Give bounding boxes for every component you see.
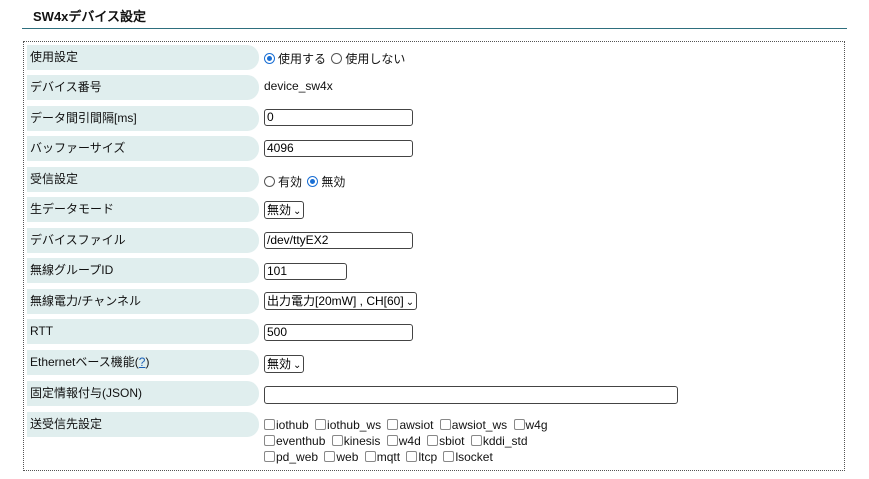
- use-yes-label[interactable]: 使用する: [278, 52, 326, 66]
- chevron-down-icon: ⌄: [293, 360, 302, 371]
- label-device-file: デバイスファイル: [27, 228, 259, 253]
- use-no-label[interactable]: 使用しない: [345, 52, 405, 66]
- checkbox-lsocket[interactable]: [443, 451, 455, 462]
- checkbox-iothub[interactable]: [264, 419, 275, 430]
- label-awsiot-ws[interactable]: awsiot_ws: [452, 418, 507, 432]
- label-w4g[interactable]: w4g: [526, 418, 548, 432]
- label-web[interactable]: web: [336, 450, 358, 464]
- label-receive: 受信設定: [27, 167, 259, 192]
- label-iothub-ws[interactable]: iothub_ws: [327, 418, 381, 432]
- label-buffer: バッファーサイズ: [27, 136, 259, 161]
- receive-on-radio[interactable]: [264, 176, 275, 187]
- receive-off-radio[interactable]: [307, 176, 319, 187]
- buffer-input[interactable]: 4096: [264, 140, 413, 157]
- label-sbiot[interactable]: sbiot: [439, 434, 464, 448]
- chevron-down-icon: ⌄: [405, 297, 415, 308]
- use-yes-radio[interactable]: [264, 53, 275, 64]
- checkbox-web[interactable]: [324, 451, 336, 462]
- device-no-value: device_sw4x: [264, 79, 333, 93]
- destinations-line-1: iothub iothub_ws awsiot awsiot_ws w4g: [264, 418, 551, 432]
- checkbox-iothub-ws[interactable]: [315, 419, 327, 430]
- label-power: 無線電力/チャンネル: [27, 289, 259, 314]
- receive-radio-group: 有効 無効: [264, 173, 345, 190]
- label-iothub[interactable]: iothub: [276, 418, 309, 432]
- label-use: 使用設定: [27, 45, 259, 70]
- receive-off-label[interactable]: 無効: [321, 175, 345, 189]
- page-title: SW4xデバイス設定: [33, 9, 147, 24]
- checkbox-mqtt[interactable]: [364, 451, 376, 462]
- label-destinations: 送受信先設定: [27, 412, 259, 437]
- chevron-down-icon: ⌄: [293, 206, 302, 217]
- power-value: 出力電力[20mW] , CH[60]: [267, 294, 404, 308]
- label-rtt: RTT: [27, 319, 259, 344]
- checkbox-pd-web[interactable]: [264, 451, 275, 462]
- ethernet-label-prefix: Ethernetベース機能(: [30, 355, 139, 369]
- title-divider: [22, 28, 847, 29]
- destinations-line-2: eventhub kinesis w4d sbiot kddi_std: [264, 434, 531, 448]
- label-raw-mode: 生データモード: [27, 197, 259, 222]
- ethernet-label-suffix: ): [145, 355, 150, 369]
- ethernet-select[interactable]: 無効 ⌄: [264, 355, 305, 373]
- label-fixed-info: 固定情報付与(JSON): [27, 381, 259, 406]
- label-kinesis[interactable]: kinesis: [344, 434, 381, 448]
- rtt-input[interactable]: 500: [264, 324, 413, 341]
- use-no-radio[interactable]: [331, 53, 343, 64]
- label-device-no: デバイス番号: [27, 75, 259, 100]
- label-kddi-std[interactable]: kddi_std: [483, 434, 528, 448]
- checkbox-sbiot[interactable]: [427, 435, 439, 446]
- raw-mode-select[interactable]: 無効 ⌄: [264, 201, 305, 219]
- device-file-input[interactable]: /dev/ttyEX2: [264, 232, 413, 249]
- checkbox-ltcp[interactable]: [406, 451, 418, 462]
- receive-on-label[interactable]: 有効: [278, 175, 302, 189]
- label-ethernet: Ethernetベース機能(?): [27, 350, 259, 375]
- power-select[interactable]: 出力電力[20mW] , CH[60] ⌄: [264, 292, 418, 310]
- checkbox-w4d[interactable]: [386, 435, 398, 446]
- label-lsocket[interactable]: lsocket: [455, 450, 492, 464]
- label-pd-web[interactable]: pd_web: [276, 450, 318, 464]
- label-mqtt[interactable]: mqtt: [377, 450, 400, 464]
- label-awsiot[interactable]: awsiot: [399, 418, 433, 432]
- destinations-line-3: pd_web web mqtt ltcp lsocket: [264, 450, 496, 464]
- checkbox-kddi-std[interactable]: [470, 435, 482, 446]
- checkbox-awsiot[interactable]: [387, 419, 399, 430]
- interval-input[interactable]: 0: [264, 109, 413, 126]
- group-id-input[interactable]: 101: [264, 263, 347, 280]
- use-radio-group: 使用する 使用しない: [264, 50, 405, 67]
- fixed-info-input[interactable]: [264, 386, 678, 404]
- label-ltcp[interactable]: ltcp: [418, 450, 437, 464]
- label-interval: データ間引間隔[ms]: [27, 106, 259, 131]
- checkbox-w4g[interactable]: [513, 419, 525, 430]
- label-eventhub[interactable]: eventhub: [276, 434, 325, 448]
- label-group-id: 無線グループID: [27, 258, 259, 283]
- raw-mode-value: 無効: [267, 203, 292, 217]
- label-w4d[interactable]: w4d: [399, 434, 421, 448]
- checkbox-awsiot-ws[interactable]: [439, 419, 451, 430]
- checkbox-eventhub[interactable]: [264, 435, 275, 446]
- checkbox-kinesis[interactable]: [331, 435, 343, 446]
- ethernet-value: 無効: [267, 357, 292, 371]
